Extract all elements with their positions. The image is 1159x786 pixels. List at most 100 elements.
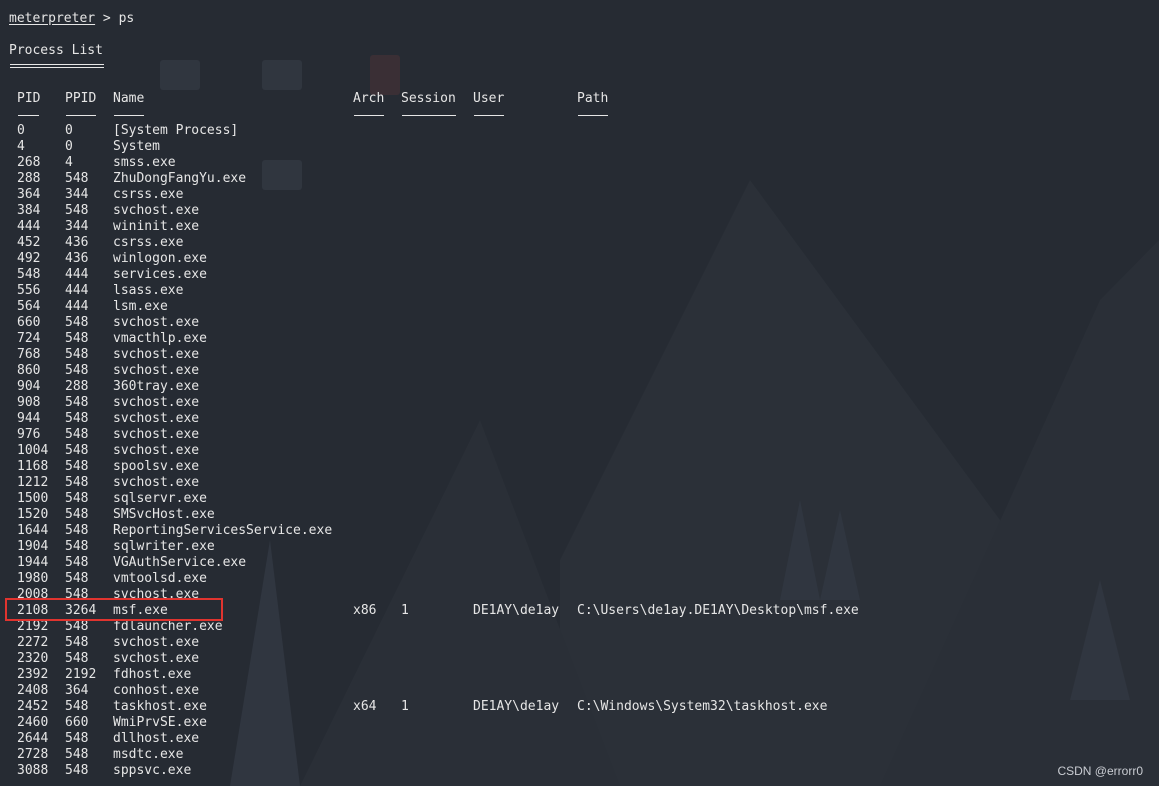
cell-name: [System Process] bbox=[113, 123, 239, 138]
cell-pid: 1904 bbox=[17, 539, 49, 554]
header-rule-session bbox=[402, 115, 456, 116]
cell-arch: x86 bbox=[353, 603, 377, 618]
cell-name: svchost.exe bbox=[113, 315, 200, 330]
highlight-box bbox=[5, 598, 223, 621]
cell-pid: 2728 bbox=[17, 747, 49, 762]
cell-pid: 904 bbox=[17, 379, 41, 394]
cell-user: DE1AY\de1ay bbox=[473, 603, 560, 618]
table-row: 2728 548 msdtc.exe bbox=[0, 747, 1159, 763]
cell-ppid: 548 bbox=[65, 555, 89, 570]
cell-ppid: 548 bbox=[65, 619, 89, 634]
table-row: 660 548 svchost.exe bbox=[0, 315, 1159, 331]
cell-ppid: 548 bbox=[65, 315, 89, 330]
command-text: > ps bbox=[95, 11, 135, 26]
table-row: 904 288 360tray.exe bbox=[0, 379, 1159, 395]
cell-pid: 2272 bbox=[17, 635, 49, 650]
cell-name: svchost.exe bbox=[113, 427, 200, 442]
cell-name: vmtoolsd.exe bbox=[113, 571, 207, 586]
cell-name: SMSvcHost.exe bbox=[113, 507, 215, 522]
cell-ppid: 436 bbox=[65, 251, 89, 266]
cell-name: msdtc.exe bbox=[113, 747, 184, 762]
table-row: 908 548 svchost.exe bbox=[0, 395, 1159, 411]
cell-ppid: 548 bbox=[65, 507, 89, 522]
cell-name: csrss.exe bbox=[113, 187, 184, 202]
cell-pid: 2460 bbox=[17, 715, 49, 730]
cell-pid: 444 bbox=[17, 219, 41, 234]
command-line: meterpreter > ps bbox=[9, 11, 134, 27]
cell-pid: 768 bbox=[17, 347, 41, 362]
cell-ppid: 288 bbox=[65, 379, 89, 394]
table-row: 2452 548 taskhost.exe x64 1 DE1AY\de1ay C:\Win… bbox=[0, 699, 1159, 715]
cell-name: taskhost.exe bbox=[113, 699, 207, 714]
header-rule-user bbox=[474, 115, 504, 116]
table-row: 1520 548 SMSvcHost.exe bbox=[0, 507, 1159, 523]
cell-name: System bbox=[113, 139, 160, 154]
cell-name: svchost.exe bbox=[113, 347, 200, 362]
cell-ppid: 548 bbox=[65, 651, 89, 666]
cell-name: fdlauncher.exe bbox=[113, 619, 223, 634]
cell-pid: 860 bbox=[17, 363, 41, 378]
cell-pid: 2644 bbox=[17, 731, 49, 746]
cell-ppid: 444 bbox=[65, 283, 89, 298]
table-row: 1168 548 spoolsv.exe bbox=[0, 459, 1159, 475]
cell-ppid: 548 bbox=[65, 747, 89, 762]
cell-ppid: 548 bbox=[65, 475, 89, 490]
cell-pid: 384 bbox=[17, 203, 41, 218]
header-rule-name bbox=[114, 115, 144, 116]
header-pid: PID bbox=[17, 91, 41, 106]
cell-path: C:\Windows\System32\taskhost.exe bbox=[577, 699, 828, 714]
cell-ppid: 4 bbox=[65, 155, 73, 170]
cell-pid: 1212 bbox=[17, 475, 49, 490]
title-underline bbox=[10, 64, 104, 68]
cell-ppid: 548 bbox=[65, 459, 89, 474]
cell-pid: 1644 bbox=[17, 523, 49, 538]
table-row: 1004 548 svchost.exe bbox=[0, 443, 1159, 459]
cell-pid: 1168 bbox=[17, 459, 49, 474]
cell-ppid: 364 bbox=[65, 683, 89, 698]
cell-pid: 724 bbox=[17, 331, 41, 346]
table-row: 2392 2192 fdhost.exe bbox=[0, 667, 1159, 683]
cell-pid: 548 bbox=[17, 267, 41, 282]
header-name: Name bbox=[113, 91, 145, 106]
header-session: Session bbox=[401, 91, 456, 106]
cell-ppid: 548 bbox=[65, 443, 89, 458]
cell-ppid: 548 bbox=[65, 523, 89, 538]
table-row: 976 548 svchost.exe bbox=[0, 427, 1159, 443]
cell-ppid: 344 bbox=[65, 187, 89, 202]
cell-name: ZhuDongFangYu.exe bbox=[113, 171, 247, 186]
cell-name: sppsvc.exe bbox=[113, 763, 192, 778]
watermark: CSDN @errorr0 bbox=[1057, 764, 1143, 778]
header-user: User bbox=[473, 91, 505, 106]
cell-ppid: 2192 bbox=[65, 667, 97, 682]
terminal[interactable]: meterpreter > ps Process List PID PPID N… bbox=[0, 0, 1159, 786]
cell-ppid: 548 bbox=[65, 731, 89, 746]
cell-name: svchost.exe bbox=[113, 443, 200, 458]
cell-pid: 2320 bbox=[17, 651, 49, 666]
table-row: 2272 548 svchost.exe bbox=[0, 635, 1159, 651]
cell-user: DE1AY\de1ay bbox=[473, 699, 560, 714]
cell-pid: 364 bbox=[17, 187, 41, 202]
cell-name: lsass.exe bbox=[113, 283, 184, 298]
cell-ppid: 548 bbox=[65, 571, 89, 586]
table-row: 556 444 lsass.exe bbox=[0, 283, 1159, 299]
table-row: 364 344 csrss.exe bbox=[0, 187, 1159, 203]
cell-pid: 3088 bbox=[17, 763, 49, 778]
cell-ppid: 548 bbox=[65, 203, 89, 218]
cell-name: wininit.exe bbox=[113, 219, 200, 234]
header-rule-arch bbox=[354, 115, 384, 116]
table-row: 724 548 vmacthlp.exe bbox=[0, 331, 1159, 347]
cell-ppid: 660 bbox=[65, 715, 89, 730]
cell-ppid: 548 bbox=[65, 347, 89, 362]
table-row: 1500 548 sqlservr.exe bbox=[0, 491, 1159, 507]
section-title: Process List bbox=[9, 43, 103, 58]
cell-pid: 2392 bbox=[17, 667, 49, 682]
cell-ppid: 444 bbox=[65, 267, 89, 282]
cell-pid: 4 bbox=[17, 139, 25, 154]
cell-ppid: 548 bbox=[65, 491, 89, 506]
cell-pid: 660 bbox=[17, 315, 41, 330]
cell-pid: 268 bbox=[17, 155, 41, 170]
table-row: 0 0 [System Process] bbox=[0, 123, 1159, 139]
cell-ppid: 548 bbox=[65, 635, 89, 650]
table-row: 548 444 services.exe bbox=[0, 267, 1159, 283]
table-row: 452 436 csrss.exe bbox=[0, 235, 1159, 251]
